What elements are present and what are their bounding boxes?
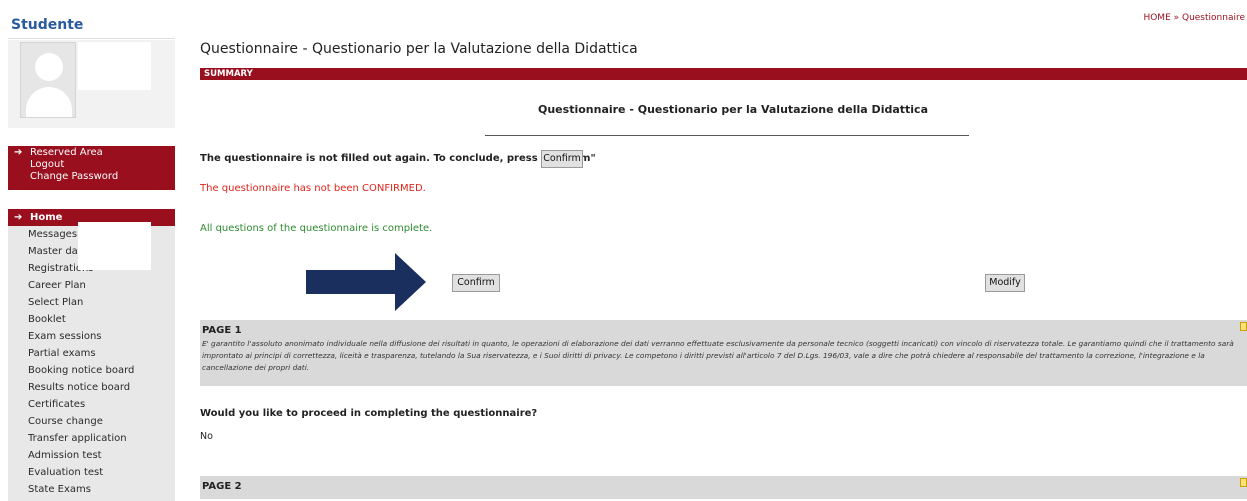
page1-title: PAGE 1	[202, 325, 242, 336]
sidebar: Studente ➔ Reserved Area Logout Change P…	[0, 0, 175, 501]
redacted-name	[78, 42, 151, 90]
sidebar-item-results-notice-board[interactable]: Results notice board	[8, 379, 175, 396]
sidebar-item-course-change[interactable]: Course change	[8, 413, 175, 430]
sidebar-item-exam-sessions[interactable]: Exam sessions	[8, 328, 175, 345]
modify-button[interactable]: Modify	[985, 274, 1025, 292]
page-title: Questionnaire - Questionario per la Valu…	[200, 41, 638, 57]
sidebar-item-transfer-application[interactable]: Transfer application	[8, 430, 175, 447]
confirm-button[interactable]: Confirm	[452, 274, 500, 292]
not-filled-message: The questionnaire is not filled out agai…	[200, 153, 596, 164]
inline-confirm-button[interactable]: Confirm	[541, 150, 583, 168]
complete-message: All questions of the questionnaire is co…	[200, 223, 433, 234]
redacted-overlay	[78, 222, 151, 270]
note-icon[interactable]	[1240, 322, 1247, 331]
sidebar-divider	[8, 38, 175, 39]
answer-value: No	[200, 431, 213, 442]
arrow-right-icon	[306, 253, 426, 311]
privacy-notice: E' garantito l'assoluto anonimato indivi…	[202, 339, 1234, 372]
arrow-right-icon: ➔	[14, 147, 23, 158]
sidebar-item-admission-test[interactable]: Admission test	[8, 447, 175, 464]
sidebar-item-booklet[interactable]: Booklet	[8, 311, 175, 328]
divider	[485, 135, 969, 136]
summary-bar: SUMMARY	[200, 68, 1247, 80]
page1-section: PAGE 1 E' garantito l'assoluto anonimato…	[200, 320, 1247, 386]
reserved-area-link[interactable]: ➔ Reserved Area	[8, 147, 175, 159]
user-avatar-icon	[20, 42, 76, 118]
change-password-link[interactable]: Change Password	[8, 171, 175, 183]
note-icon[interactable]	[1240, 478, 1247, 487]
page2-title: PAGE 2	[202, 481, 242, 492]
breadcrumb[interactable]: HOME » Questionnaire	[1143, 13, 1245, 23]
sidebar-item-certificates[interactable]: Certificates	[8, 396, 175, 413]
not-confirmed-message: The questionnaire has not been CONFIRMED…	[200, 183, 426, 194]
sidebar-item-evaluation-test[interactable]: Evaluation test	[8, 464, 175, 481]
sidebar-title: Studente	[11, 17, 84, 33]
sidebar-item-partial-exams[interactable]: Partial exams	[8, 345, 175, 362]
questionnaire-title: Questionnaire - Questionario per la Valu…	[538, 103, 928, 116]
sidebar-item-state-exams[interactable]: State Exams	[8, 481, 175, 498]
question-label: Would you like to proceed in completing …	[200, 408, 538, 419]
sidebar-item-career-plan[interactable]: Career Plan	[8, 277, 175, 294]
page2-section: PAGE 2	[200, 476, 1247, 499]
sidebar-item-booking-notice-board[interactable]: Booking notice board	[8, 362, 175, 379]
arrow-right-icon: ➔	[14, 212, 23, 223]
account-menu: ➔ Reserved Area Logout Change Password	[8, 146, 175, 190]
logout-link[interactable]: Logout	[8, 159, 175, 171]
sidebar-item-select-plan[interactable]: Select Plan	[8, 294, 175, 311]
